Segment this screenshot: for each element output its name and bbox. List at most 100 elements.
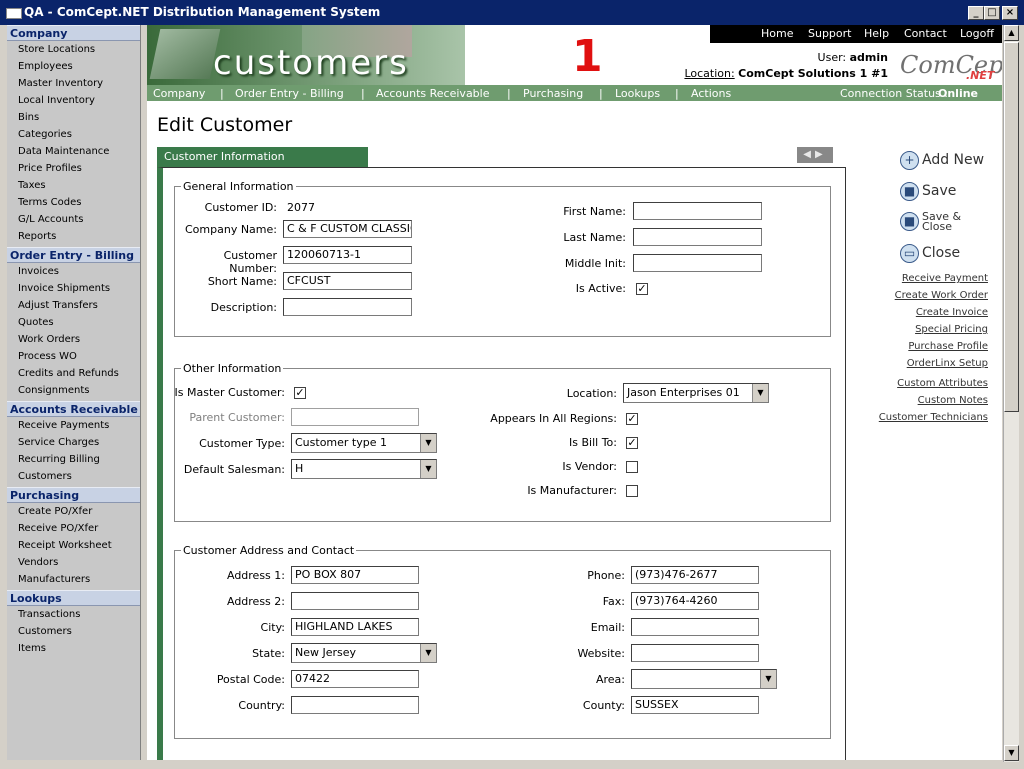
sidebar-section-order-entry[interactable]: Order Entry - Billing <box>7 247 140 263</box>
customer-type-select[interactable]: Customer type 1 ▼ <box>291 433 437 453</box>
sidebar-section-purchasing[interactable]: Purchasing <box>7 487 140 503</box>
is-bill-to-checkbox[interactable]: ✓ <box>626 437 638 449</box>
sidebar-item-data-maintenance[interactable]: Data Maintenance <box>7 143 140 160</box>
is-manufacturer-checkbox[interactable] <box>626 485 638 497</box>
scroll-up-arrow[interactable]: ▲ <box>1004 25 1019 41</box>
sidebar-item-consignments[interactable]: Consignments <box>7 382 140 399</box>
create-work-order-link[interactable]: Create Work Order <box>895 290 988 301</box>
special-pricing-link[interactable]: Special Pricing <box>915 324 988 335</box>
orderlinx-setup-link[interactable]: OrderLinx Setup <box>907 358 988 369</box>
scroll-thumb[interactable] <box>1004 42 1019 412</box>
sidebar-item-reports[interactable]: Reports <box>7 228 140 245</box>
sidebar-item-employees[interactable]: Employees <box>7 58 140 75</box>
sidebar-item-recurring-billing[interactable]: Recurring Billing <box>7 451 140 468</box>
nav-help[interactable]: Help <box>864 27 889 40</box>
address1-field[interactable]: PO BOX 807 <box>291 566 419 584</box>
fax-field[interactable]: (973)764-4260 <box>631 592 759 610</box>
purchase-profile-link[interactable]: Purchase Profile <box>908 341 988 352</box>
main-nav-purchasing[interactable]: Purchasing <box>523 87 583 100</box>
maximize-button[interactable]: □ <box>984 6 1000 20</box>
sidebar-item-price-profiles[interactable]: Price Profiles <box>7 160 140 177</box>
sidebar-item-bins[interactable]: Bins <box>7 109 140 126</box>
is-master-checkbox[interactable]: ✓ <box>294 387 306 399</box>
default-salesman-select[interactable]: H ▼ <box>291 459 437 479</box>
chevron-down-icon[interactable]: ▼ <box>420 460 436 478</box>
email-field[interactable] <box>631 618 759 636</box>
customer-number-field[interactable]: 120060713-1 <box>283 246 412 264</box>
sidebar-item-work-orders[interactable]: Work Orders <box>7 331 140 348</box>
is-active-checkbox[interactable]: ✓ <box>636 283 648 295</box>
sidebar-item-invoices[interactable]: Invoices <box>7 263 140 280</box>
appears-all-regions-checkbox[interactable]: ✓ <box>626 413 638 425</box>
nav-logoff[interactable]: Logoff <box>960 27 994 40</box>
county-field[interactable]: SUSSEX <box>631 696 759 714</box>
sidebar-item-manufacturers[interactable]: Manufacturers <box>7 571 140 588</box>
area-select[interactable]: ▼ <box>631 669 777 689</box>
website-field[interactable] <box>631 644 759 662</box>
state-select[interactable]: New Jersey ▼ <box>291 643 437 663</box>
sidebar-item-taxes[interactable]: Taxes <box>7 177 140 194</box>
nav-home[interactable]: Home <box>761 27 793 40</box>
sidebar-item-adjust-transfers[interactable]: Adjust Transfers <box>7 297 140 314</box>
nav-contact[interactable]: Contact <box>904 27 947 40</box>
city-field[interactable]: HIGHLAND LAKES <box>291 618 419 636</box>
main-nav-lookups[interactable]: Lookups <box>615 87 660 100</box>
address2-field[interactable] <box>291 592 419 610</box>
sidebar-item-service-charges[interactable]: Service Charges <box>7 434 140 451</box>
sidebar-item-categories[interactable]: Categories <box>7 126 140 143</box>
description-field[interactable] <box>283 298 412 316</box>
sidebar-item-invoice-shipments[interactable]: Invoice Shipments <box>7 280 140 297</box>
tab-customer-information[interactable]: Customer Information <box>157 147 368 167</box>
chevron-down-icon[interactable]: ▼ <box>752 384 768 402</box>
chevron-down-icon[interactable]: ▼ <box>420 434 436 452</box>
sidebar-section-lookups[interactable]: Lookups <box>7 590 140 606</box>
sidebar-item-receive-po[interactable]: Receive PO/Xfer <box>7 520 140 537</box>
sidebar-item-lookup-customers[interactable]: Customers <box>7 623 140 640</box>
close-window-button[interactable]: × <box>1002 6 1018 20</box>
sidebar-item-customers[interactable]: Customers <box>7 468 140 485</box>
sidebar-item-process-wo[interactable]: Process WO <box>7 348 140 365</box>
middle-init-field[interactable] <box>633 254 762 272</box>
sidebar-item-quotes[interactable]: Quotes <box>7 314 140 331</box>
customer-technicians-link[interactable]: Customer Technicians <box>879 412 988 423</box>
sidebar-item-vendors[interactable]: Vendors <box>7 554 140 571</box>
phone-field[interactable]: (973)476-2677 <box>631 566 759 584</box>
sidebar-section-accounts-receivable[interactable]: Accounts Receivable <box>7 401 140 417</box>
custom-attributes-link[interactable]: Custom Attributes <box>897 378 988 389</box>
chevron-down-icon[interactable]: ▼ <box>420 644 436 662</box>
sidebar-item-master-inventory[interactable]: Master Inventory <box>7 75 140 92</box>
custom-notes-link[interactable]: Custom Notes <box>918 395 988 406</box>
sidebar-section-company[interactable]: Company <box>7 25 140 41</box>
is-vendor-checkbox[interactable] <box>626 461 638 473</box>
sidebar-item-local-inventory[interactable]: Local Inventory <box>7 92 140 109</box>
main-nav-actions[interactable]: Actions <box>691 87 731 100</box>
parent-customer-field[interactable] <box>291 408 419 426</box>
postal-code-field[interactable]: 07422 <box>291 670 419 688</box>
scroll-down-arrow[interactable]: ▼ <box>1004 745 1019 761</box>
receive-payment-link[interactable]: Receive Payment <box>902 273 988 284</box>
main-nav-accounts-receivable[interactable]: Accounts Receivable <box>376 87 490 100</box>
short-name-field[interactable]: CFCUST <box>283 272 412 290</box>
main-nav-company[interactable]: Company <box>153 87 205 100</box>
sidebar-item-store-locations[interactable]: Store Locations <box>7 41 140 58</box>
chevron-down-icon[interactable]: ▼ <box>760 670 776 688</box>
sidebar-item-credits-refunds[interactable]: Credits and Refunds <box>7 365 140 382</box>
create-invoice-link[interactable]: Create Invoice <box>916 307 988 318</box>
nav-support[interactable]: Support <box>808 27 851 40</box>
sidebar-item-gl-accounts[interactable]: G/L Accounts <box>7 211 140 228</box>
first-name-field[interactable] <box>633 202 762 220</box>
sidebar-item-receive-payments[interactable]: Receive Payments <box>7 417 140 434</box>
sidebar-item-create-po[interactable]: Create PO/Xfer <box>7 503 140 520</box>
record-nav-arrows[interactable]: ◀▶ <box>797 147 833 163</box>
sidebar-item-items[interactable]: Items <box>7 640 140 657</box>
location-select[interactable]: Jason Enterprises 01 ▼ <box>623 383 769 403</box>
sidebar-item-terms-codes[interactable]: Terms Codes <box>7 194 140 211</box>
company-name-field[interactable]: C & F CUSTOM CLASSIC C <box>283 220 412 238</box>
main-nav-order-entry[interactable]: Order Entry - Billing <box>235 87 344 100</box>
minimize-button[interactable]: _ <box>968 6 984 20</box>
country-field[interactable] <box>291 696 419 714</box>
sidebar-item-receipt-worksheet[interactable]: Receipt Worksheet <box>7 537 140 554</box>
last-name-field[interactable] <box>633 228 762 246</box>
vertical-scrollbar[interactable]: ▲ ▼ <box>1003 25 1019 762</box>
location-link[interactable]: Location: <box>684 67 734 80</box>
